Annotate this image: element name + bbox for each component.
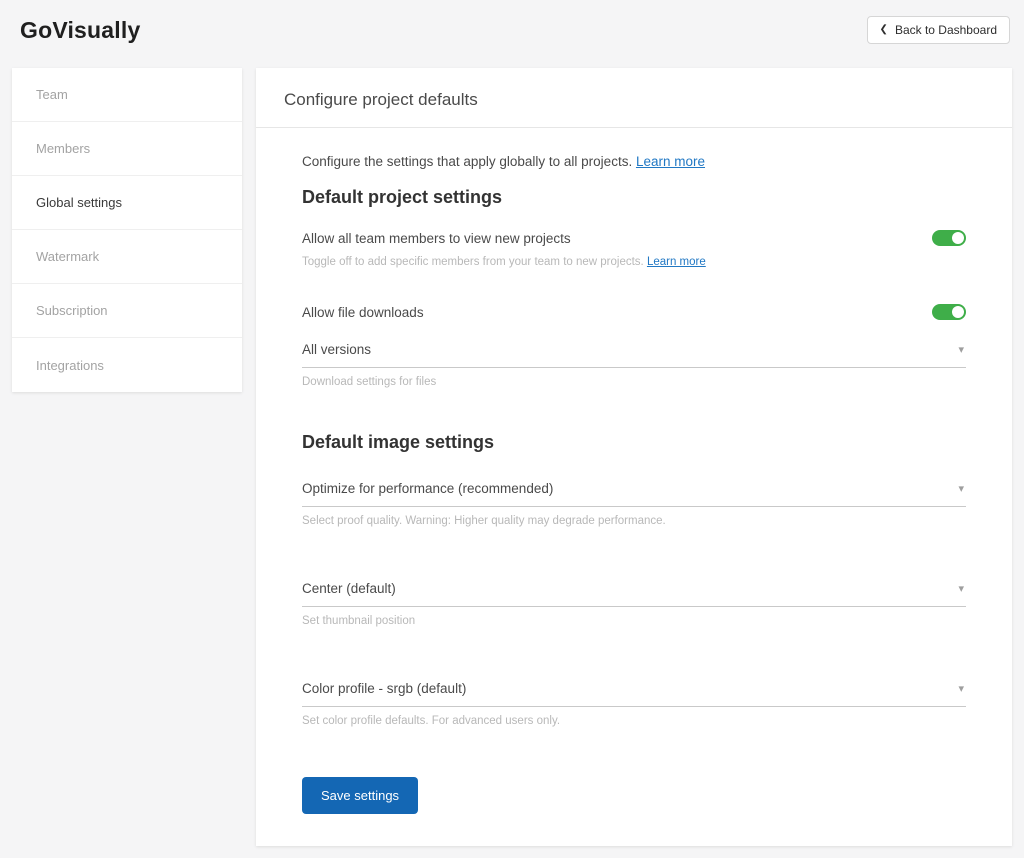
topbar: GoVisually ❮ Back to Dashboard [0,0,1024,56]
toggle-knob [952,306,964,318]
image-settings-heading: Default image settings [302,432,966,453]
proof-quality-select-value: Optimize for performance (recommended) [302,481,553,496]
view-projects-helper: Toggle off to add specific members from … [302,256,966,268]
sidebar-item-label: Members [36,141,90,156]
view-projects-label: Allow all team members to view new proje… [302,231,571,246]
save-settings-button[interactable]: Save settings [302,777,418,814]
file-downloads-toggle[interactable] [932,304,966,320]
sidebar-item-label: Watermark [36,249,99,264]
color-profile-helper: Set color profile defaults. For advanced… [302,715,966,727]
setting-row-file-downloads: Allow file downloads [302,304,966,320]
intro-text: Configure the settings that apply global… [302,154,966,169]
settings-panel: Configure project defaults Configure the… [256,68,1012,846]
chevron-down-icon: ▾ [958,682,964,695]
color-profile-select-group: Color profile - srgb (default) ▾ Set col… [302,675,966,727]
file-downloads-label: Allow file downloads [302,305,424,320]
back-button-label: Back to Dashboard [895,23,997,37]
thumbnail-position-select-value: Center (default) [302,581,396,596]
versions-select-group: All versions ▾ Download settings for fil… [302,336,966,388]
toggle-knob [952,232,964,244]
sidebar-item-members[interactable]: Members [12,122,242,176]
view-projects-helper-text: Toggle off to add specific members from … [302,256,644,268]
settings-content: Configure the settings that apply global… [256,128,1012,846]
sidebar-item-watermark[interactable]: Watermark [12,230,242,284]
settings-sidebar: Team Members Global settings Watermark S… [12,68,242,392]
sidebar-item-global-settings[interactable]: Global settings [12,176,242,230]
chevron-down-icon: ▾ [958,343,964,356]
view-projects-toggle[interactable] [932,230,966,246]
versions-select-value: All versions [302,342,371,357]
versions-select[interactable]: All versions ▾ [302,336,966,368]
chevron-down-icon: ▾ [958,482,964,495]
proof-quality-select[interactable]: Optimize for performance (recommended) ▾ [302,475,966,507]
versions-select-helper: Download settings for files [302,376,966,388]
sidebar-item-label: Global settings [36,195,122,210]
color-profile-select[interactable]: Color profile - srgb (default) ▾ [302,675,966,707]
intro-learn-more-link[interactable]: Learn more [636,154,705,169]
quality-select-group: Optimize for performance (recommended) ▾… [302,475,966,527]
setting-row-view-projects: Allow all team members to view new proje… [302,230,966,246]
page-title: Configure project defaults [256,68,1012,128]
helper-learn-more-link[interactable]: Learn more [647,256,706,268]
project-settings-heading: Default project settings [302,187,966,208]
color-profile-select-value: Color profile - srgb (default) [302,681,466,696]
intro-text-label: Configure the settings that apply global… [302,154,632,169]
thumbnail-select-group: Center (default) ▾ Set thumbnail positio… [302,575,966,627]
back-to-dashboard-button[interactable]: ❮ Back to Dashboard [867,16,1010,44]
sidebar-item-integrations[interactable]: Integrations [12,338,242,392]
page-layout: Team Members Global settings Watermark S… [0,56,1024,858]
chevron-left-icon: ❮ [880,25,888,35]
chevron-down-icon: ▾ [958,582,964,595]
sidebar-item-label: Integrations [36,358,104,373]
sidebar-item-subscription[interactable]: Subscription [12,284,242,338]
proof-quality-helper: Select proof quality. Warning: Higher qu… [302,515,966,527]
app-logo: GoVisually [20,17,140,44]
thumbnail-position-helper: Set thumbnail position [302,615,966,627]
sidebar-item-label: Team [36,87,68,102]
sidebar-item-team[interactable]: Team [12,68,242,122]
sidebar-item-label: Subscription [36,303,108,318]
thumbnail-position-select[interactable]: Center (default) ▾ [302,575,966,607]
